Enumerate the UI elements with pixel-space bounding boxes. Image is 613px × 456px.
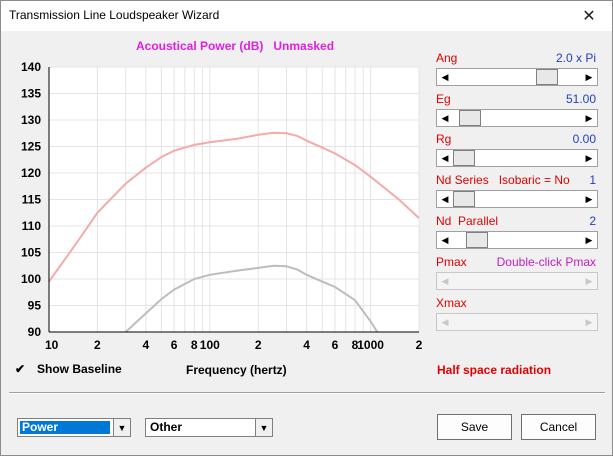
control-value: 2 — [589, 214, 596, 228]
x-tick-label: 8 — [191, 338, 198, 352]
chevron-down-icon[interactable]: ▼ — [113, 419, 130, 436]
arrow-right-icon[interactable]: ▶ — [581, 314, 597, 330]
slider-thumb[interactable] — [466, 232, 488, 248]
x-tick-label: 4 — [142, 338, 149, 352]
arrow-left-icon[interactable]: ◀ — [437, 69, 453, 85]
slider-thumb[interactable] — [453, 191, 475, 207]
slider-thumb[interactable] — [459, 110, 481, 126]
x-tick-label: 4 — [303, 338, 310, 352]
y-tick-label: 140 — [21, 60, 41, 74]
control-value: 1 — [589, 173, 596, 187]
arrow-right-icon[interactable]: ▶ — [581, 273, 597, 289]
y-tick-label: 130 — [21, 113, 41, 127]
y-tick-label: 95 — [28, 299, 42, 313]
x-tick-label: 6 — [171, 338, 178, 352]
arrow-left-icon[interactable]: ◀ — [437, 150, 453, 166]
control-label: Eg — [436, 92, 451, 106]
control-label: Pmax — [436, 255, 467, 269]
arrow-right-icon[interactable]: ▶ — [581, 232, 597, 248]
slider-thumb[interactable] — [453, 150, 475, 166]
arrow-left-icon[interactable]: ◀ — [437, 314, 453, 330]
save-button[interactable]: Save — [437, 414, 512, 440]
control-label: Rg — [436, 132, 452, 146]
control-value: 0.00 — [572, 132, 596, 146]
series-line-baseline — [125, 264, 379, 333]
x-tick-label: 6 — [332, 338, 339, 352]
control-value: 51.00 — [565, 92, 596, 106]
control-label: Nd Series Isobaric = No — [436, 173, 570, 187]
other-combo-value: Other — [150, 420, 183, 434]
arrow-right-icon[interactable]: ▶ — [581, 191, 597, 207]
x-tick-label: 10 — [45, 338, 59, 352]
half-space-label: Half space radiation — [437, 363, 552, 377]
control-slider[interactable]: ◀ ▶ — [436, 231, 598, 249]
x-axis-title: Frequency (hertz) — [186, 363, 287, 377]
x-tick-label: 2 — [94, 338, 101, 352]
arrow-left-icon[interactable]: ◀ — [437, 273, 453, 289]
x-tick-label: 2 — [255, 338, 262, 352]
view-combo-value: Power — [20, 421, 110, 434]
control-slider[interactable]: ◀ ▶ — [436, 149, 598, 167]
other-combo[interactable]: Other ▼ — [145, 418, 273, 437]
separator — [9, 392, 605, 394]
control-label: Xmax — [436, 296, 467, 310]
y-tick-label: 120 — [21, 166, 41, 180]
y-tick-label: 105 — [21, 246, 41, 260]
control-slider[interactable]: ◀ ▶ — [436, 109, 598, 127]
x-tick-label: 100 — [200, 338, 220, 352]
control-slider[interactable]: ◀ ▶ — [436, 68, 598, 86]
control-slider[interactable]: ◀ ▶ — [436, 190, 598, 208]
arrow-left-icon[interactable]: ◀ — [437, 232, 453, 248]
arrow-left-icon[interactable]: ◀ — [437, 191, 453, 207]
arrow-right-icon[interactable]: ▶ — [581, 150, 597, 166]
control-label: Ang — [436, 51, 458, 65]
y-tick-label: 115 — [22, 193, 42, 207]
y-tick-label: 110 — [22, 219, 42, 233]
arrow-left-icon[interactable]: ◀ — [437, 110, 453, 126]
arrow-right-icon[interactable]: ▶ — [581, 69, 597, 85]
x-tick-label: 1000 — [357, 338, 384, 352]
y-tick-label: 100 — [21, 272, 41, 286]
view-combo[interactable]: Power ▼ — [17, 418, 131, 437]
control-value: Double-click Pmax — [496, 255, 596, 269]
check-icon[interactable]: ✔ — [15, 363, 28, 376]
control-value: 2.0 x Pi — [555, 51, 596, 65]
show-baseline-checkbox[interactable]: ✔ Show Baseline — [15, 362, 122, 376]
x-tick-label: 2 — [416, 338, 423, 352]
slider-thumb[interactable] — [536, 69, 558, 85]
show-baseline-label: Show Baseline — [37, 362, 122, 376]
y-tick-label: 90 — [28, 325, 42, 339]
y-tick-label: 125 — [21, 140, 41, 154]
cancel-button[interactable]: Cancel — [521, 414, 596, 440]
wizard-window: Transmission Line Loudspeaker Wizard ✕ A… — [0, 0, 613, 456]
control-label: Nd Parallel — [436, 214, 499, 228]
control-slider[interactable]: ◀ ▶ — [436, 313, 598, 331]
y-tick-label: 135 — [21, 87, 41, 101]
control-slider[interactable]: ◀ ▶ — [436, 272, 598, 290]
arrow-right-icon[interactable]: ▶ — [581, 110, 597, 126]
chevron-down-icon[interactable]: ▼ — [255, 419, 272, 436]
